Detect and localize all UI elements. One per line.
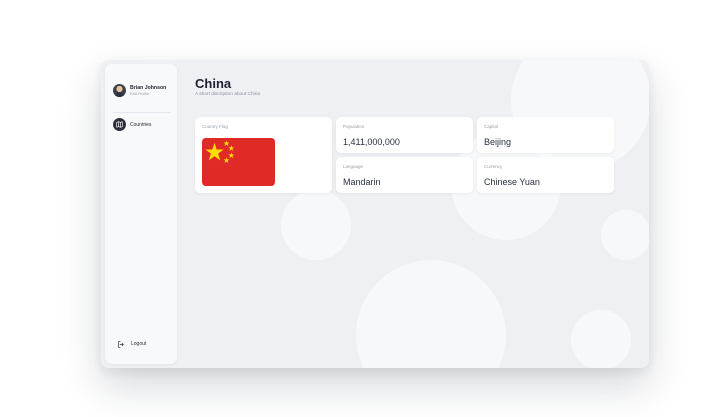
capital-value: Beijing [484, 137, 512, 147]
background-bokeh [571, 310, 631, 368]
capital-card: Capital Beijing [477, 117, 614, 153]
card-label: Language [343, 164, 364, 169]
language-card: Language Mandarin [336, 157, 473, 193]
background-bokeh [356, 260, 506, 368]
map-icon [113, 118, 126, 131]
card-label: Country Flag [202, 124, 228, 129]
sidebar-divider [113, 112, 171, 113]
page-title: China [195, 76, 232, 91]
card-label: Population [343, 124, 365, 129]
logout-label: Logout [131, 341, 147, 347]
sidebar-item-countries[interactable]: Countries [113, 118, 151, 131]
logout-button[interactable]: Logout [117, 335, 146, 353]
avatar [113, 84, 126, 97]
population-card: Population 1,411,000,000 [336, 117, 473, 153]
sidebar: Brian Johnson Edit Profile Countries Log… [105, 64, 177, 364]
card-label: Currency [484, 164, 503, 169]
edit-profile-link[interactable]: Edit Profile [130, 91, 166, 96]
china-flag-image [202, 138, 275, 186]
app-window: Brian Johnson Edit Profile Countries Log… [101, 60, 649, 368]
card-label: Capital [484, 124, 499, 129]
currency-value: Chinese Yuan [484, 177, 540, 187]
currency-card: Currency Chinese Yuan [477, 157, 614, 193]
background-bokeh [281, 190, 351, 260]
language-value: Mandarin [343, 177, 381, 187]
user-profile[interactable]: Brian Johnson Edit Profile [113, 84, 166, 97]
page-subtitle: A short discription about China [195, 92, 261, 97]
population-value: 1,411,000,000 [343, 137, 400, 147]
country-flag-card: Country Flag [195, 117, 332, 193]
sidebar-item-label: Countries [130, 121, 152, 128]
logout-icon [117, 335, 124, 353]
background-bokeh [601, 210, 649, 260]
